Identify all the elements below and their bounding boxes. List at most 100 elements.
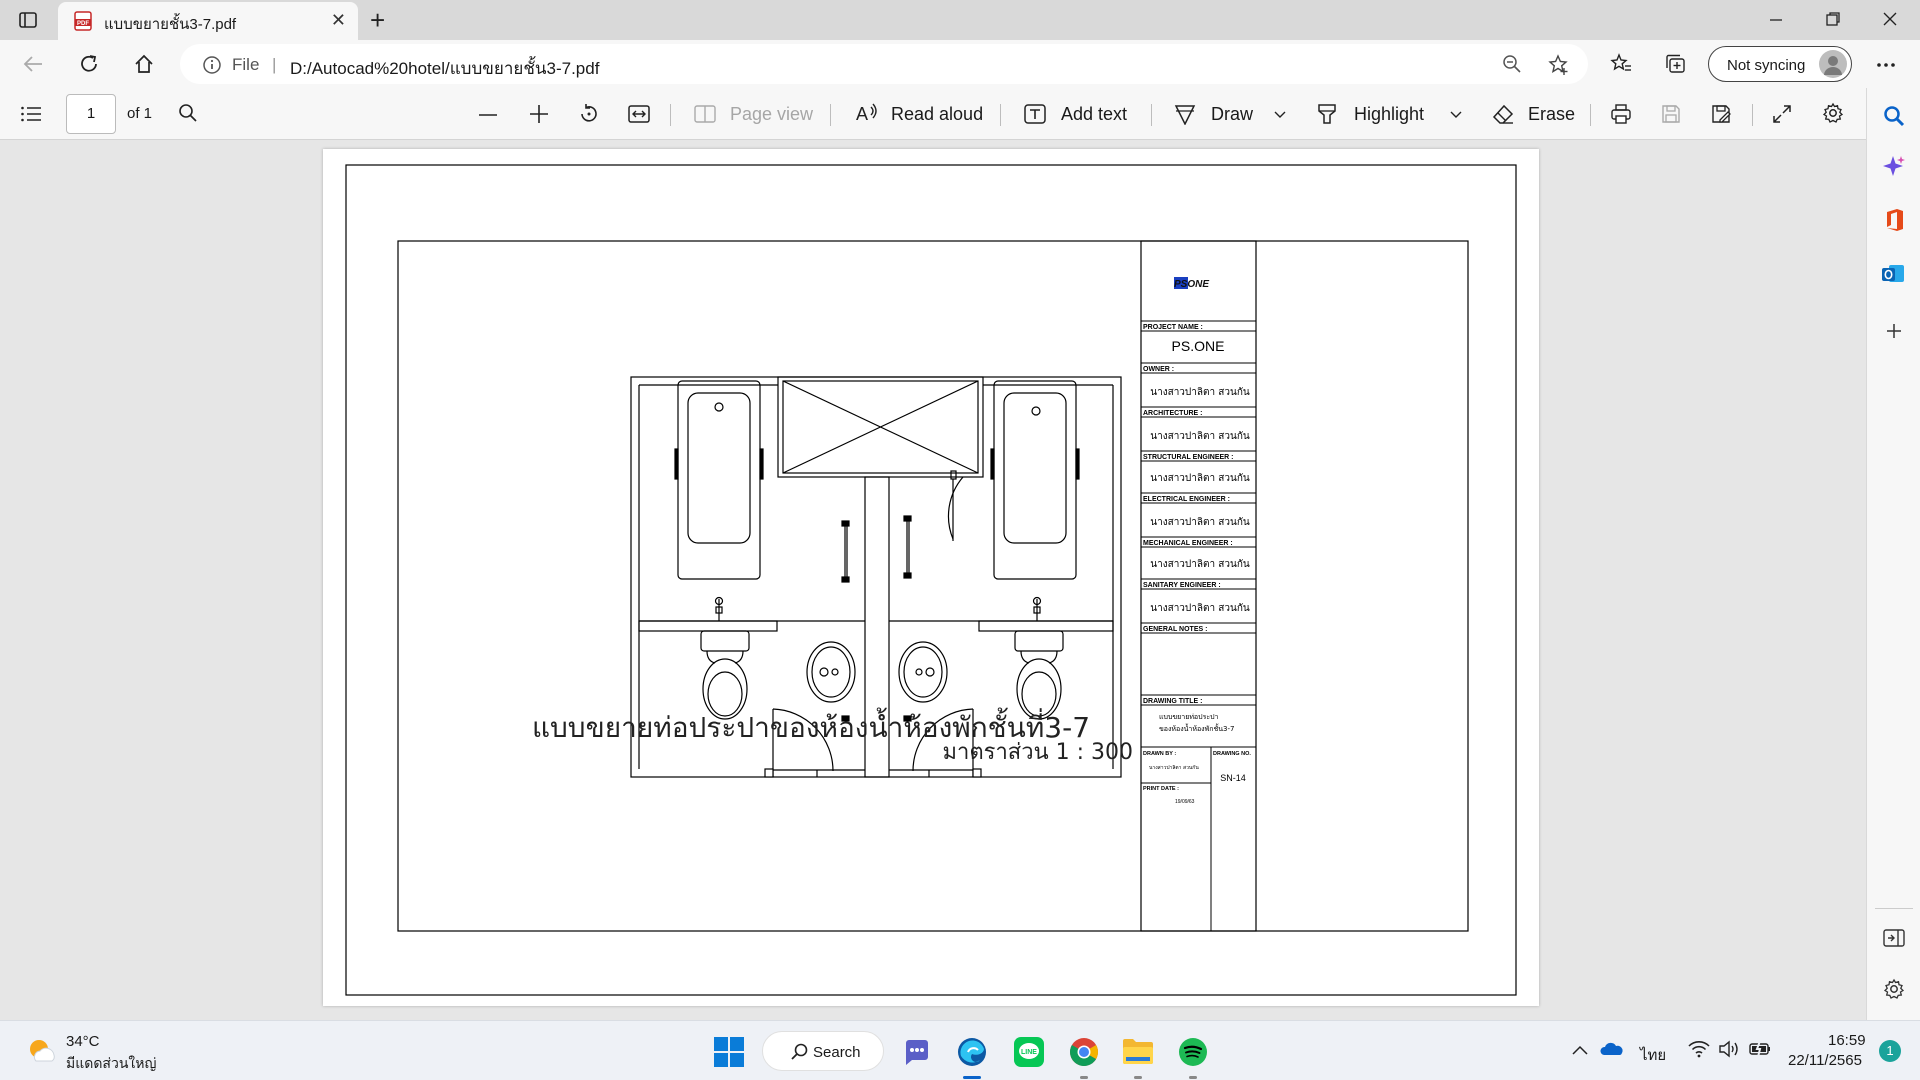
restore-button[interactable] (1825, 11, 1841, 27)
electrical-label: ELECTRICAL ENGINEER : (1143, 496, 1230, 503)
drawing-title-line1: แบบขยายท่อประปา (1159, 713, 1219, 721)
mechanical-label: MECHANICAL ENGINEER : (1143, 540, 1233, 547)
logo-text: PSONE (1174, 279, 1209, 290)
running-app-indicator (1080, 1076, 1088, 1079)
spotify-icon[interactable] (1178, 1037, 1208, 1067)
page-view-button[interactable]: Page view (730, 104, 813, 125)
print-date-value: 19/09/63 (1175, 799, 1195, 805)
drawn-by-label: DRAWN BY : (1143, 751, 1176, 757)
right-bathtub (993, 380, 1077, 580)
edge-browser-icon[interactable] (956, 1036, 988, 1068)
clock-time[interactable]: 16:59 (1828, 1032, 1866, 1049)
close-window-button[interactable] (1882, 11, 1898, 27)
address-bar-row: File | D:/Autocad%20hotel/แบบขยายชั้น3-7… (0, 40, 1920, 88)
pdf-viewport[interactable]: แบบขยายท่อประปาของห้องน้ำห้องพักชั้นที่3… (0, 140, 1866, 1020)
pdf-toolbar: 1 of 1 Page view A Read aloud Add text D… (0, 88, 1866, 140)
teams-chat-icon[interactable] (902, 1037, 932, 1067)
new-tab-button[interactable]: + (370, 5, 385, 36)
tab-close-button[interactable]: ✕ (331, 10, 346, 31)
more-menu-icon[interactable] (1876, 62, 1896, 68)
general-notes-label: GENERAL NOTES : (1143, 626, 1207, 633)
protocol-label: File (232, 55, 260, 74)
right-basin (898, 641, 948, 703)
drawing-title-label: DRAWING TITLE : (1143, 698, 1203, 705)
save-as-icon[interactable] (1710, 103, 1732, 125)
sidebar-divider (1875, 908, 1913, 909)
structural-value: นางสาวปาลิตา สวนกัน (1150, 473, 1250, 484)
office-icon[interactable] (1883, 208, 1905, 232)
fit-width-icon[interactable] (628, 104, 650, 124)
notification-badge[interactable]: 1 (1879, 1040, 1901, 1062)
favorites-icon[interactable] (1610, 53, 1632, 75)
cad-drawing: แบบขยายท่อประปาของห้องน้ำห้องพักชั้นที่3… (345, 164, 1517, 996)
line-app-icon[interactable]: LINE (1014, 1037, 1044, 1067)
profile-sync-label: Not syncing (1727, 57, 1806, 74)
battery-icon[interactable] (1748, 1041, 1772, 1057)
tab-actions-icon[interactable] (18, 10, 38, 30)
partly-sunny-icon (26, 1035, 58, 1065)
home-button[interactable] (133, 53, 155, 75)
copilot-sparkle-icon[interactable] (1881, 154, 1907, 180)
minimize-button[interactable] (1768, 12, 1784, 28)
right-toilet (1014, 630, 1064, 652)
zoom-out-icon[interactable] (1502, 54, 1522, 74)
zoom-out-button[interactable] (478, 113, 498, 117)
gear-icon[interactable] (1822, 102, 1844, 124)
highlight-button[interactable]: Highlight (1354, 104, 1424, 125)
sidebar-settings-icon[interactable] (1883, 978, 1905, 1000)
chevron-up-icon[interactable] (1572, 1045, 1588, 1055)
refresh-button[interactable] (78, 53, 100, 75)
profile-sync-button[interactable]: Not syncing (1708, 46, 1852, 82)
chevron-down-icon[interactable] (1450, 111, 1462, 119)
project-name-label: PROJECT NAME : (1143, 324, 1203, 331)
input-language[interactable]: ไทย (1640, 1043, 1666, 1067)
owner-value: นางสาวปาลิตา สวนกัน (1150, 387, 1250, 398)
toolbar-divider (1590, 104, 1591, 126)
tab-title: แบบขยายชั้น3-7.pdf (104, 16, 237, 33)
outlook-icon[interactable] (1881, 262, 1905, 286)
full-screen-icon[interactable] (1772, 104, 1792, 124)
zoom-in-button[interactable] (529, 104, 549, 124)
active-app-indicator (963, 1076, 981, 1079)
taskbar-search[interactable]: Search (762, 1031, 884, 1071)
start-button[interactable] (714, 1037, 744, 1067)
file-explorer-icon[interactable] (1122, 1037, 1154, 1065)
collections-icon[interactable] (1664, 53, 1686, 75)
chrome-icon[interactable] (1068, 1036, 1100, 1068)
print-icon[interactable] (1610, 103, 1632, 125)
taskbar-search-label: Search (813, 1044, 861, 1061)
hide-sidebar-icon[interactable] (1883, 928, 1905, 948)
active-tab[interactable]: PDF แบบขยายชั้น3-7.pdf ✕ (58, 2, 358, 40)
info-icon[interactable] (202, 55, 222, 75)
drawing-title: แบบขยายท่อประปาของห้องน้ำห้องพักชั้นที่3… (532, 707, 1090, 744)
weather-condition: มีแดดส่วนใหญ่ (66, 1055, 157, 1071)
address-bar[interactable]: File | D:/Autocad%20hotel/แบบขยายชั้น3-7… (180, 44, 1588, 84)
chevron-down-icon[interactable] (1274, 111, 1286, 119)
svg-text:PDF: PDF (77, 21, 89, 27)
volume-icon[interactable] (1718, 1040, 1740, 1058)
left-basin (806, 641, 856, 703)
draw-button[interactable]: Draw (1211, 104, 1253, 125)
clock-date[interactable]: 22/11/2565 (1788, 1052, 1862, 1069)
onedrive-cloud-icon[interactable] (1600, 1041, 1624, 1057)
architecture-value: นางสาวปาลิตา สวนกัน (1150, 431, 1250, 442)
protocol-divider: | (272, 55, 277, 74)
search-icon[interactable] (178, 103, 198, 123)
rotate-icon[interactable] (578, 103, 600, 125)
project-name-value: PS.ONE (1172, 338, 1225, 354)
read-aloud-button[interactable]: Read aloud (891, 104, 983, 125)
page-number-input[interactable]: 1 (66, 94, 116, 134)
add-text-button[interactable]: Add text (1061, 104, 1127, 125)
drawing-scale: มาตราส่วน 1 : 300 (942, 740, 1133, 765)
page-view-icon (694, 105, 716, 123)
add-favorite-icon[interactable] (1548, 54, 1570, 76)
back-button[interactable] (22, 54, 44, 74)
address-url[interactable]: D:/Autocad%20hotel/แบบขยายชั้น3-7.pdf (290, 55, 599, 82)
add-sidebar-app-icon[interactable] (1885, 322, 1903, 340)
edge-sidebar (1866, 88, 1920, 1020)
erase-button[interactable]: Erase (1528, 104, 1575, 125)
wifi-icon[interactable] (1688, 1040, 1710, 1058)
table-of-contents-icon[interactable] (20, 104, 42, 124)
add-text-icon (1024, 104, 1046, 124)
search-icon[interactable] (1882, 104, 1906, 128)
